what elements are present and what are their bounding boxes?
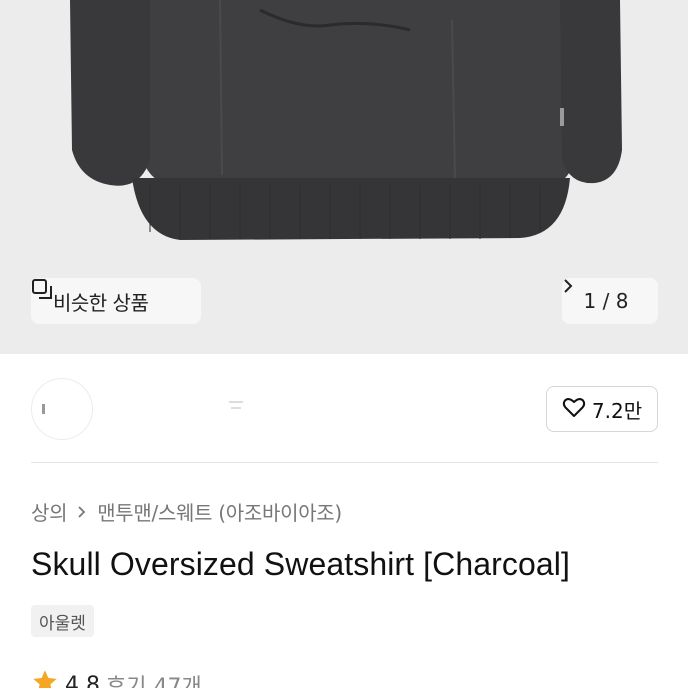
outlet-tag: 아울렛	[31, 605, 94, 637]
brand-row: 7.2만	[31, 376, 658, 442]
product-title: Skull Oversized Sweatshirt [Charcoal]	[31, 546, 571, 582]
breadcrumb: 상의 맨투맨/스웨트 (아조바이아조)	[31, 497, 342, 526]
chevron-right-icon	[77, 500, 87, 524]
divider	[31, 462, 658, 463]
pager-label: 1 / 8	[583, 289, 629, 313]
breadcrumb-subcategory[interactable]: 맨투맨/스웨트 (아조바이아조)	[97, 497, 342, 526]
star-icon	[31, 668, 59, 688]
brand-name-placeholder[interactable]	[227, 398, 247, 412]
heart-icon	[562, 396, 586, 422]
rating-score: 4.8	[65, 672, 100, 688]
rating-row[interactable]: 4.8 후기 47개	[31, 668, 202, 688]
similar-products-button[interactable]: 비슷한 상품	[31, 278, 201, 324]
like-count: 7.2만	[591, 398, 643, 423]
product-image-gallery[interactable]: 비슷한 상품 1 / 8	[0, 0, 688, 354]
image-pager-button[interactable]: 1 / 8	[562, 278, 658, 324]
review-count: 후기 47개	[106, 675, 202, 688]
like-button[interactable]: 7.2만	[546, 386, 658, 432]
similar-products-label: 비슷한 상품	[53, 290, 149, 315]
brand-logo[interactable]	[31, 378, 93, 440]
breadcrumb-category[interactable]: 상의	[31, 497, 68, 526]
